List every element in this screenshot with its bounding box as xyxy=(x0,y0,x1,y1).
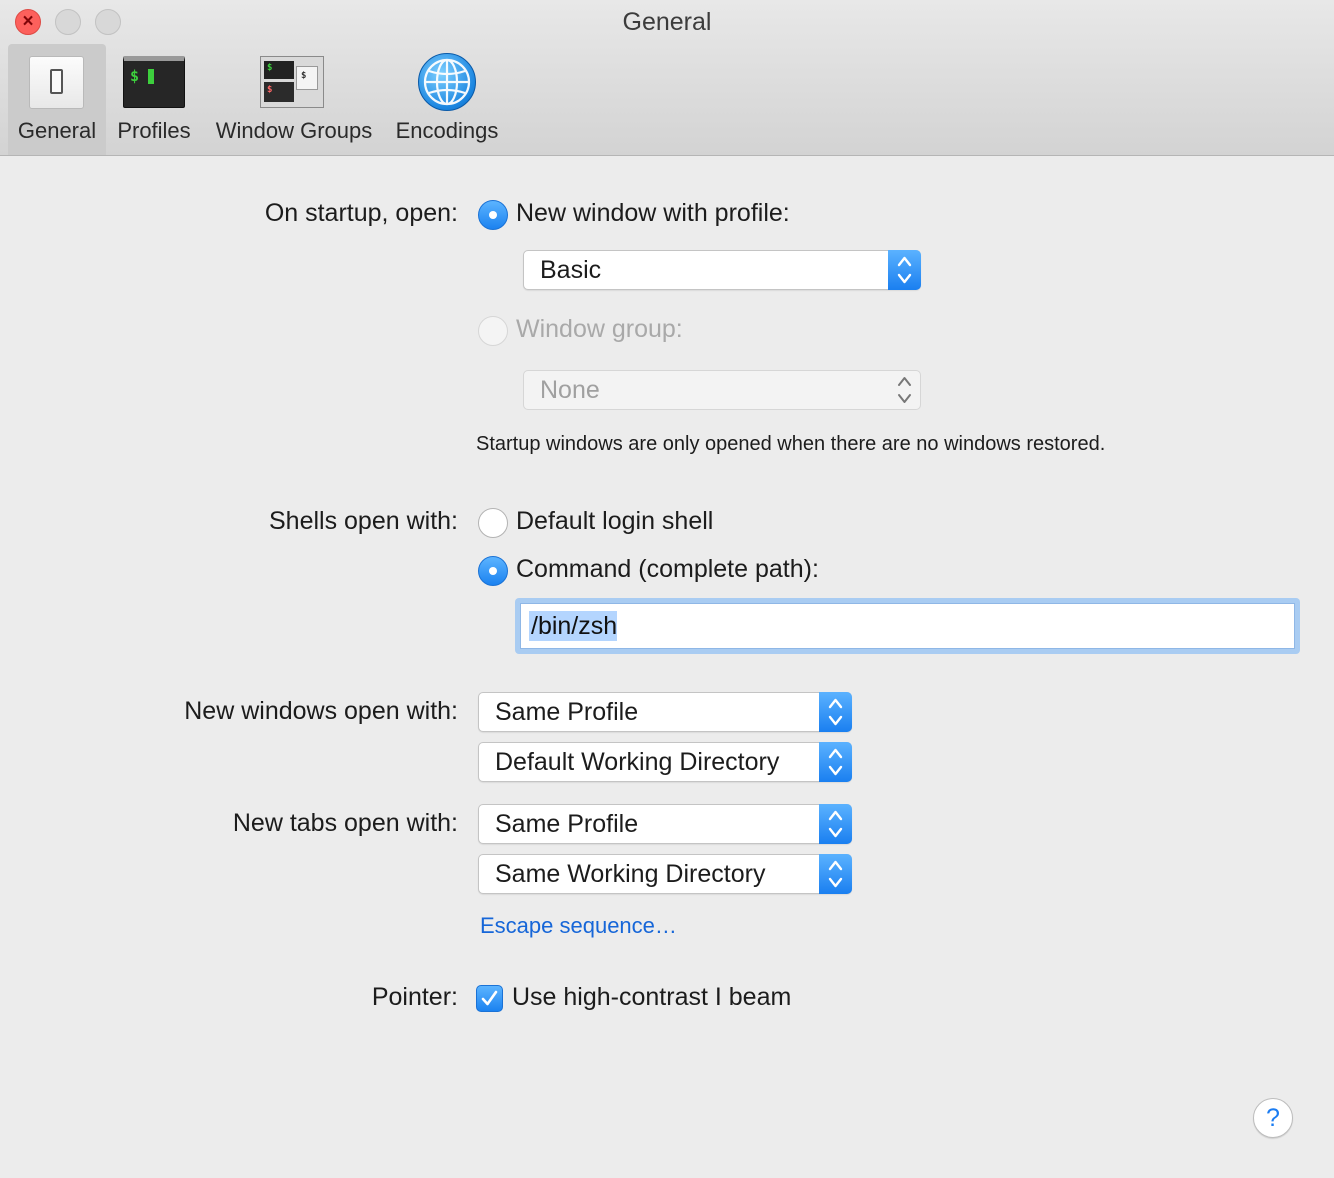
checkmark-icon xyxy=(481,990,498,1006)
globe-icon xyxy=(418,53,476,111)
command-path-field[interactable]: /bin/zsh xyxy=(520,603,1295,649)
tab-encodings-label: Encodings xyxy=(395,118,499,143)
chevron-updown-icon xyxy=(888,250,921,290)
startup-profile-popup[interactable]: Basic xyxy=(523,250,921,290)
chevron-updown-icon xyxy=(888,370,921,410)
chevron-updown-icon xyxy=(819,692,852,732)
startup-note: Startup windows are only opened when the… xyxy=(476,433,1106,455)
general-switch-icon xyxy=(29,56,84,109)
window-group-option-label: Window group: xyxy=(516,315,683,343)
tab-general-label: General xyxy=(17,118,97,143)
startup-profile-value: Basic xyxy=(540,256,602,284)
chevron-updown-icon xyxy=(819,804,852,844)
command-path-value: /bin/zsh xyxy=(531,612,618,640)
window-group-radio[interactable] xyxy=(478,316,508,346)
tab-general[interactable]: General xyxy=(8,44,106,155)
tab-window-groups-label: Window Groups xyxy=(215,118,373,143)
shells-label: Shells open with: xyxy=(268,507,458,535)
new-tabs-profile-popup[interactable]: Same Profile xyxy=(478,804,852,844)
new-windows-profile-popup[interactable]: Same Profile xyxy=(478,692,852,732)
command-radio[interactable] xyxy=(478,556,508,586)
pointer-label: Pointer: xyxy=(371,983,458,1011)
startup-label: On startup, open: xyxy=(264,199,458,227)
window-groups-icon: $ $ $ xyxy=(260,56,324,108)
tab-encodings[interactable]: Encodings xyxy=(392,44,502,155)
tab-window-groups[interactable]: $ $ $ Window Groups xyxy=(210,44,378,155)
chevron-updown-icon xyxy=(819,854,852,894)
window-toolbar: × General General $ Profiles $ $ $ Windo… xyxy=(0,0,1334,156)
new-window-radio[interactable] xyxy=(478,200,508,230)
question-mark-icon: ? xyxy=(1266,1104,1280,1132)
new-tabs-profile-value: Same Profile xyxy=(495,810,639,838)
high-contrast-ibeam-label: Use high-contrast I beam xyxy=(512,983,792,1011)
default-login-shell-radio[interactable] xyxy=(478,508,508,538)
help-button[interactable]: ? xyxy=(1253,1098,1293,1138)
new-tabs-directory-value: Same Working Directory xyxy=(495,860,766,888)
new-windows-directory-popup[interactable]: Default Working Directory xyxy=(478,742,852,782)
tab-profiles-label: Profiles xyxy=(117,118,191,143)
high-contrast-ibeam-checkbox[interactable] xyxy=(476,985,503,1012)
new-windows-directory-value: Default Working Directory xyxy=(495,748,780,776)
new-window-option-label: New window with profile: xyxy=(516,199,790,227)
command-option-label: Command (complete path): xyxy=(516,555,819,583)
terminal-icon: $ xyxy=(123,56,185,108)
chevron-updown-icon xyxy=(819,742,852,782)
new-windows-profile-value: Same Profile xyxy=(495,698,639,726)
new-tabs-label: New tabs open with: xyxy=(232,809,458,837)
default-login-shell-label: Default login shell xyxy=(516,507,714,535)
tab-profiles[interactable]: $ Profiles xyxy=(106,44,202,155)
window-title: General xyxy=(622,8,712,36)
escape-sequence-link[interactable]: Escape sequence… xyxy=(480,913,677,939)
window-group-popup[interactable]: None xyxy=(523,370,921,410)
window-group-value: None xyxy=(540,376,600,404)
new-tabs-directory-popup[interactable]: Same Working Directory xyxy=(478,854,852,894)
new-windows-label: New windows open with: xyxy=(184,697,458,725)
